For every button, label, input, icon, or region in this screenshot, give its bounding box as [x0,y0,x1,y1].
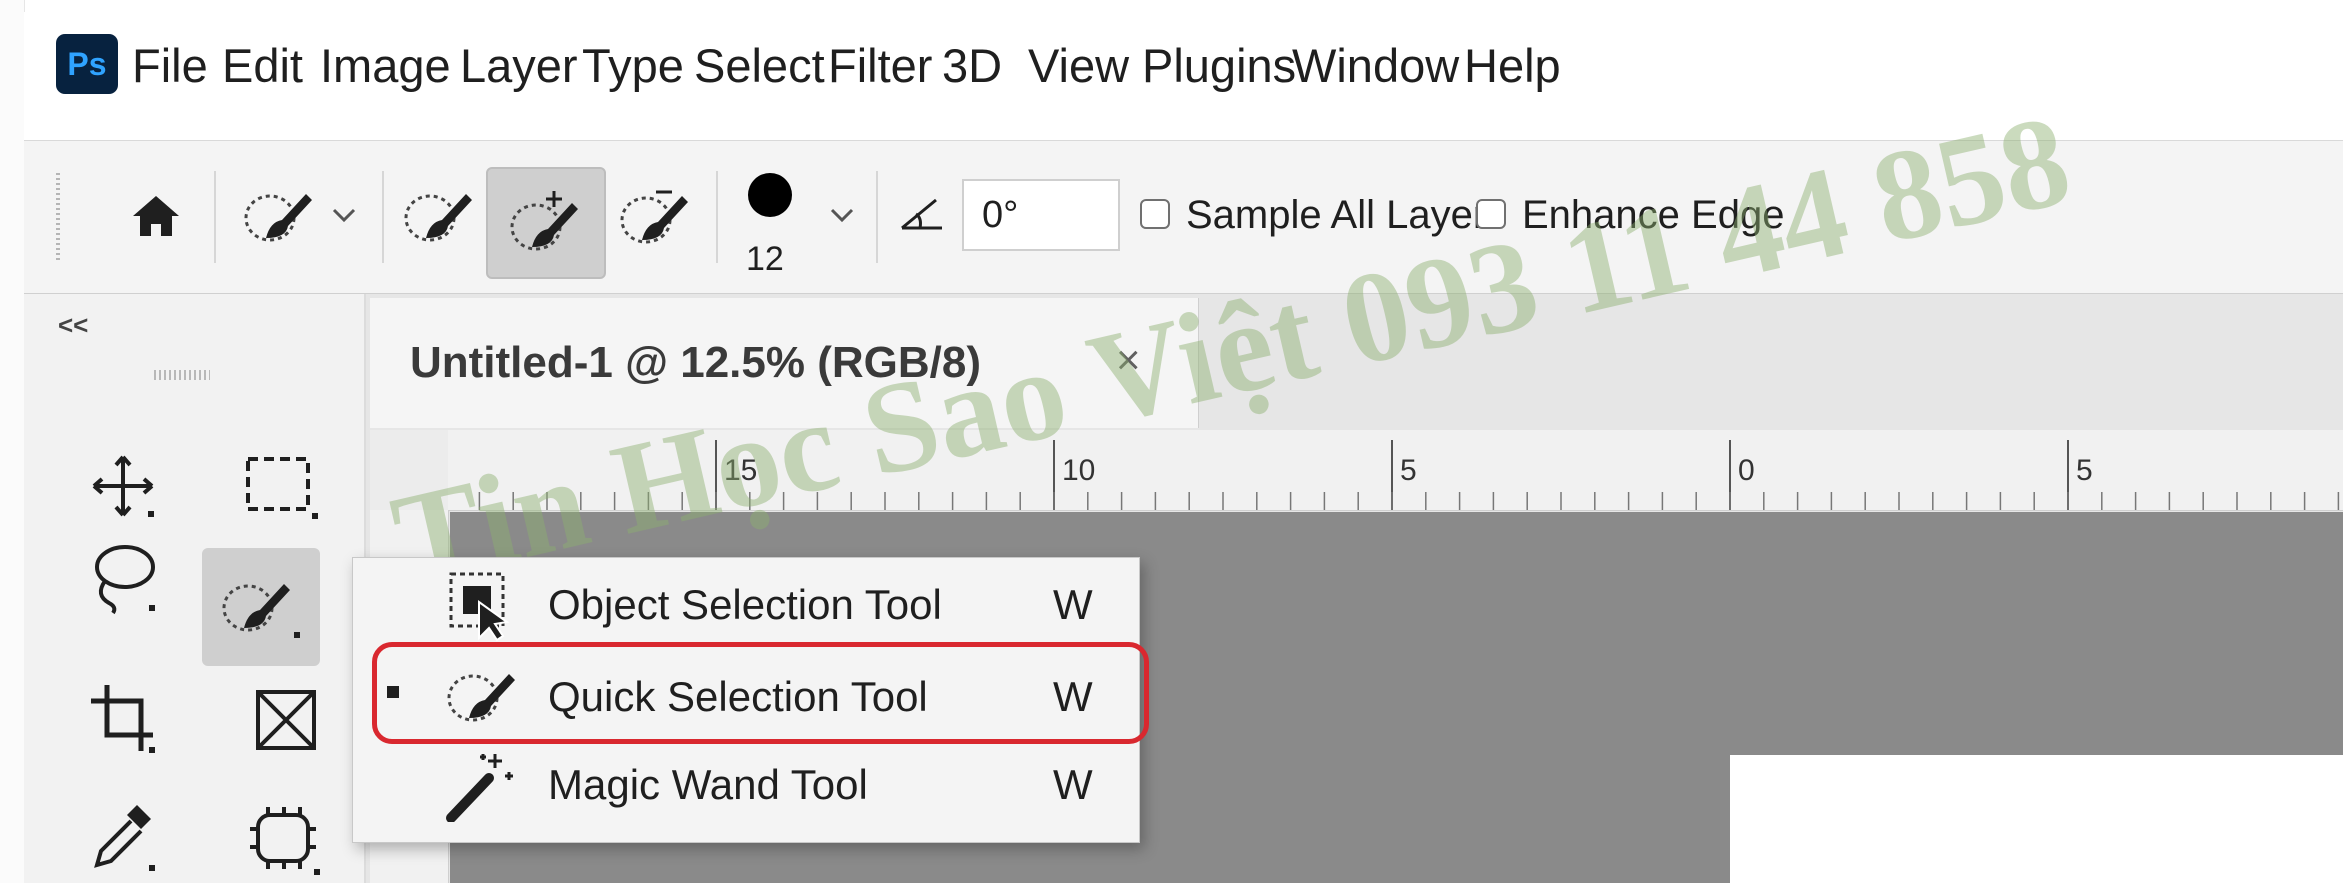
lasso-tool-icon[interactable] [78,534,168,620]
flyout-item-label: Magic Wand Tool [548,761,868,808]
frame-tool-icon[interactable] [242,678,332,764]
brush-size-value: 12 [746,240,784,278]
quick-selection-tool-button[interactable] [202,548,320,666]
ruler-label: 5 [1400,454,1417,487]
angle-value: 0° [982,194,1019,236]
menu-window[interactable]: Window [1292,38,1459,94]
menu-type[interactable]: Type [582,38,684,94]
canvas[interactable] [1730,755,2343,883]
crop-tool-icon[interactable] [78,676,168,762]
healing-brush-tool-icon[interactable] [236,796,332,882]
object-selection-icon [449,572,510,642]
options-bar-gripper[interactable] [56,173,60,263]
flyout-item-shortcut: W [1053,761,1093,808]
menu-layer[interactable]: Layer [460,38,578,94]
separator [382,171,384,263]
collapse-toolbox-icon[interactable]: << [58,310,88,341]
new-selection-icon[interactable] [394,179,484,253]
menu-view[interactable]: View [1028,38,1129,94]
eyedropper-tool-icon[interactable] [78,794,168,880]
menu-3d[interactable]: 3D [942,38,1002,94]
menu-file[interactable]: File [132,38,208,94]
tool-preset-icon[interactable] [234,179,324,253]
move-tool-icon[interactable] [78,446,168,526]
marquee-tool-icon[interactable] [230,446,330,526]
chevron-down-icon[interactable] [324,193,364,237]
separator [876,171,878,263]
magic-wand-icon [446,754,513,822]
menu-edit[interactable]: Edit [222,38,303,94]
flyout-item-magic-wand[interactable]: Magic Wand Tool W [353,742,1139,828]
brush-preview-icon[interactable] [730,163,810,227]
add-to-selection-icon[interactable] [486,167,606,279]
menu-plugins[interactable]: Plugins [1142,38,1296,94]
flyout-item-object-selection[interactable]: Object Selection Tool W [353,562,1139,648]
home-icon[interactable] [116,181,196,251]
chevron-down-icon[interactable] [822,193,862,237]
toolbox-panel: << [24,294,366,883]
angle-icon [892,187,952,241]
flyout-item-label: Object Selection Tool [548,581,942,628]
ruler-label: 5 [2076,454,2093,487]
separator [716,171,718,263]
toolbox-gripper[interactable] [154,370,210,380]
angle-input[interactable]: 0° [962,179,1120,251]
menu-filter[interactable]: Filter [828,38,932,94]
subtract-from-selection-icon[interactable] [610,179,700,253]
separator [214,171,216,263]
ruler-label: 0 [1738,454,1755,487]
outer-window-edge [0,0,25,883]
sample-all-layers-checkbox[interactable] [1140,199,1170,229]
menu-help[interactable]: Help [1464,38,1561,94]
menu-image[interactable]: Image [320,38,451,94]
menu-select[interactable]: Select [694,38,825,94]
highlight-annotation [372,642,1149,744]
flyout-item-shortcut: W [1053,581,1093,628]
photoshop-logo[interactable]: Ps [56,34,118,94]
